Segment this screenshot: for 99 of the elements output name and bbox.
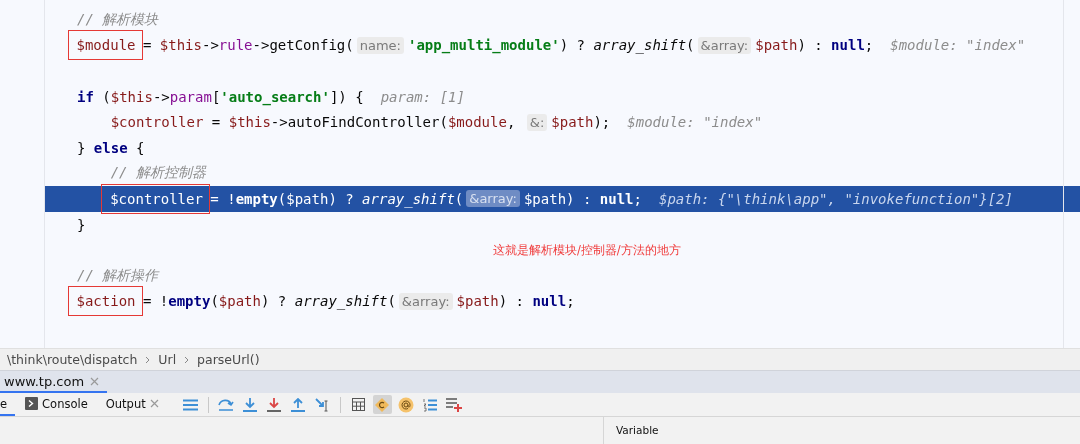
parameter-hint: &array: xyxy=(398,292,453,310)
code-text: ; xyxy=(633,190,642,207)
code-text: [ xyxy=(211,88,221,105)
parameter-hint: &array: xyxy=(466,190,520,208)
step-out-button[interactable] xyxy=(288,395,308,414)
code-text: ) : xyxy=(566,190,593,207)
at-button[interactable] xyxy=(396,395,416,414)
code-text: = ! xyxy=(209,190,236,207)
add-to-list-icon xyxy=(446,397,463,412)
debug-value: $path: {"\think\app", "invokefunction"}[2] xyxy=(658,190,1013,207)
step-into-button[interactable] xyxy=(240,395,260,414)
code-text: null xyxy=(599,190,634,207)
breadcrumb-item[interactable]: Url xyxy=(158,352,177,367)
code-text: , xyxy=(506,114,517,131)
code-text: ) : xyxy=(797,37,824,54)
debug-value: param: [1] xyxy=(380,88,465,105)
step-over-icon xyxy=(218,398,235,411)
code-text: ) ? xyxy=(261,293,288,310)
code-text: $path xyxy=(286,190,329,207)
code-text: -> xyxy=(201,37,219,54)
code-text: ; xyxy=(864,37,874,54)
code-comment: // 解析控制器 xyxy=(110,164,206,183)
code-text: = xyxy=(141,37,153,54)
code-text: } xyxy=(77,216,86,233)
code-text: { xyxy=(135,139,145,156)
debug-value: $module: "index" xyxy=(890,37,1026,54)
debug-value: $module: "index" xyxy=(627,114,763,131)
parameter-hint: name: xyxy=(356,36,404,54)
code-text: ->autoFindController( xyxy=(270,114,448,131)
code-text: ) ? xyxy=(328,190,355,207)
panel-tab[interactable]: Output xyxy=(95,393,167,416)
step-into-icon xyxy=(243,397,258,412)
code-text: param xyxy=(169,88,212,105)
boxed-variable: $controller xyxy=(101,183,210,214)
code-text: ) ? xyxy=(559,37,586,54)
at-sign-icon xyxy=(398,396,415,413)
code-text: $path xyxy=(523,190,567,207)
code-text: ( xyxy=(454,190,464,207)
code-text: else xyxy=(93,139,128,156)
force-step-into-button[interactable] xyxy=(264,395,284,414)
close-icon[interactable] xyxy=(90,376,100,386)
code-text: null xyxy=(532,293,567,310)
variables-header: Variable xyxy=(615,423,659,438)
code-text: 'auto_search' xyxy=(220,88,330,105)
run-to-cursor-icon xyxy=(314,397,330,412)
code-text: ( xyxy=(277,190,287,207)
console-icon xyxy=(25,397,39,410)
code-comment: // 解析操作 xyxy=(77,266,159,285)
code-text: ( xyxy=(686,37,695,54)
chevron-right-icon xyxy=(145,355,151,364)
code-text: array_shift xyxy=(294,293,388,310)
code-text: $path xyxy=(218,293,261,310)
parameter-hint: &: xyxy=(526,113,548,131)
code-text: $controller xyxy=(110,114,204,131)
code-text: ]) { xyxy=(329,88,364,105)
class-icon xyxy=(374,396,391,413)
boxed-variable: $module xyxy=(67,30,143,61)
panel-tab[interactable]: Console xyxy=(15,393,96,416)
code-text: if xyxy=(77,88,94,105)
code-text: rule xyxy=(218,37,253,54)
boxed-variable: $action xyxy=(67,286,143,317)
code-text: empty xyxy=(168,293,211,310)
class-button[interactable] xyxy=(372,395,392,414)
code-text: array_shift xyxy=(362,190,455,207)
code-text: ( xyxy=(101,88,111,105)
code-text: empty xyxy=(235,190,278,207)
menu-icon xyxy=(182,398,198,411)
code-text: -> xyxy=(152,88,170,105)
code-text: ); xyxy=(593,114,611,131)
code-text: $path xyxy=(456,293,499,310)
code-text: $this xyxy=(159,37,202,54)
close-icon[interactable] xyxy=(149,399,159,408)
code-text: ) : xyxy=(498,293,525,310)
code-text: ( xyxy=(387,293,396,310)
code-text: $this xyxy=(110,88,153,105)
code-text: ( xyxy=(210,293,219,310)
breadcrumb-item[interactable]: \think\route\dispatch xyxy=(7,352,138,367)
chevron-right-icon xyxy=(184,355,190,364)
step-out-icon xyxy=(291,397,306,412)
numbered-list-icon xyxy=(423,397,438,412)
code-text: = ! xyxy=(141,293,169,310)
code-text: $path xyxy=(551,114,594,131)
code-text: = xyxy=(210,114,222,131)
code-text: 'app_multi_module' xyxy=(407,37,560,54)
annotation-text: 这就是解析模块/控制器/方法的地方 xyxy=(493,242,681,258)
add-list-button[interactable] xyxy=(444,395,464,414)
code-text: array_shift xyxy=(593,37,687,54)
code-text: } xyxy=(77,139,87,156)
parameter-hint: &array: xyxy=(697,36,752,54)
code-text: ; xyxy=(566,293,575,310)
calculator-icon xyxy=(351,398,365,411)
step-into-icon xyxy=(267,397,282,412)
breadcrumb-item[interactable]: parseUrl() xyxy=(197,352,260,367)
code-text: $module xyxy=(447,114,507,131)
code-text: ->getConfig( xyxy=(252,37,354,54)
code-text: $path xyxy=(755,37,798,54)
code-text: $this xyxy=(228,114,271,131)
code-comment: // 解析模块 xyxy=(77,10,159,29)
code-text: null xyxy=(831,37,865,54)
